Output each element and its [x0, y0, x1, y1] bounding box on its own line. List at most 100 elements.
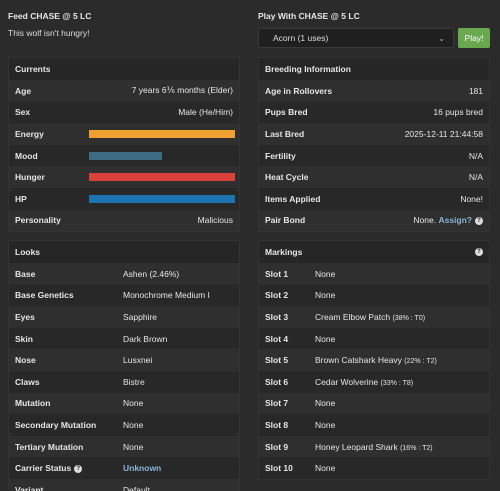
looks-row: Secondary Mutation None: [9, 414, 239, 436]
energy-label: Energy: [15, 128, 44, 139]
play-section: Play With CHASE @ 5 LC Acorn (1 uses) ⌄ …: [258, 0, 490, 48]
looks-panel: Looks Base Ashen (2.46%) Base Genetics Mono…: [8, 240, 240, 491]
play-button[interactable]: Play!: [458, 28, 490, 48]
toy-select-value: Acorn (1 uses): [273, 33, 329, 43]
help-icon[interactable]: ?: [475, 217, 483, 226]
looks-row: Mutation None: [9, 392, 239, 415]
looks-label: Skin: [15, 333, 33, 344]
looks-value: None: [123, 419, 144, 430]
looks-label: Secondary Mutation: [15, 419, 97, 430]
breeding-value: 181: [468, 85, 483, 96]
looks-title: Looks: [15, 247, 41, 257]
breeding-label: Fertility: [265, 150, 296, 161]
assign-link[interactable]: Assign?: [438, 215, 472, 225]
marking-slot-value: Brown Catshark Heavy (22% : T2): [315, 355, 437, 365]
marking-slot-label: Slot 10: [265, 463, 293, 474]
currents-panel: Currents Age 7 years 6⅙ months (Elder) S…: [8, 57, 240, 233]
marking-slot-value: None: [315, 334, 335, 344]
carrier-status-value[interactable]: Unknown: [123, 463, 161, 473]
marking-detail: (22% : T2): [404, 358, 437, 366]
marking-name: Brown Catshark Heavy: [315, 355, 402, 366]
looks-row: Eyes Sapphire: [9, 306, 239, 328]
help-icon[interactable]: ?: [74, 464, 83, 473]
sex-label: Sex: [15, 107, 31, 118]
age-label: Age: [15, 85, 32, 96]
marking-detail: (16% : T2): [400, 444, 433, 452]
breeding-value: 2025-12-11 21:44:58: [404, 128, 483, 139]
hunger-label: Hunger: [15, 172, 45, 183]
looks-row: Nose Lusxnei: [9, 349, 239, 371]
feed-section: Feed CHASE @ 5 LC This wolf isn't hungry…: [8, 0, 240, 38]
looks-value: None: [123, 441, 144, 452]
marking-slot-value: None: [315, 398, 335, 408]
chevron-down-icon: ⌄: [438, 33, 445, 43]
marking-name: None: [315, 333, 336, 344]
breeding-row: Items Applied None!: [259, 187, 489, 210]
looks-label: Base Genetics: [15, 290, 74, 301]
marking-name: None: [315, 463, 336, 474]
marking-slot-label: Slot 8: [265, 419, 289, 430]
marking-slot-row: Slot 1 None: [259, 263, 489, 285]
hp-row: HP: [9, 187, 239, 210]
marking-slot-value: Cream Elbow Patch (38% : T0): [315, 312, 425, 322]
breeding-value: 16 pups bred: [433, 107, 483, 118]
hunger-row: Hunger: [9, 166, 239, 188]
marking-slot-value: None: [315, 269, 335, 279]
marking-slot-label: Slot 4: [265, 333, 289, 344]
looks-value: Ashen (2.46%): [123, 268, 180, 279]
marking-slot-row: Slot 4 None: [259, 327, 489, 350]
looks-row: Base Genetics Monochrome Medium I: [9, 284, 239, 307]
marking-name: None: [315, 398, 336, 409]
looks-value: Monochrome Medium I: [123, 290, 210, 301]
pair-bond-row: Pair Bond None. Assign??: [259, 209, 489, 232]
looks-value: Bistre: [123, 376, 145, 387]
variant-value: Default: [123, 484, 150, 491]
pair-bond-value: None. Assign??: [413, 215, 483, 225]
breeding-row: Fertility N/A: [259, 144, 489, 167]
breeding-row: Heat Cycle N/A: [259, 166, 489, 188]
marking-slot-label: Slot 6: [265, 376, 289, 387]
marking-slot-label: Slot 9: [265, 441, 289, 452]
looks-label: Nose: [15, 355, 36, 366]
marking-slot-row: Slot 8 None: [259, 414, 489, 436]
looks-label: Eyes: [15, 311, 35, 322]
feed-title: Feed CHASE @ 5 LC: [8, 11, 92, 21]
marking-name: Cream Elbow Patch: [315, 311, 391, 322]
mood-bar-fill: [89, 151, 162, 160]
markings-title: Markings: [265, 247, 303, 257]
looks-row: Claws Bistre: [9, 370, 239, 393]
breeding-label: Items Applied: [265, 193, 321, 204]
breeding-label: Heat Cycle: [265, 172, 309, 183]
marking-detail: (38% : T0): [392, 314, 426, 322]
mood-bar: [89, 151, 235, 160]
breeding-row: Pups Bred 16 pups bred: [259, 101, 489, 124]
looks-label: Base: [15, 268, 36, 279]
help-icon[interactable]: ?: [475, 248, 483, 256]
marking-name: None: [315, 419, 336, 430]
looks-header: Looks: [9, 241, 239, 263]
marking-slot-value: Cedar Wolverine (33% : T8): [315, 377, 413, 387]
hunger-bar: [89, 173, 235, 182]
marking-slot-value: Honey Leopard Shark (16% : T2): [315, 442, 433, 452]
marking-slot-row: Slot 5 Brown Catshark Heavy (22% : T2): [259, 349, 489, 371]
marking-slot-value: None: [315, 290, 335, 300]
breeding-panel: Breeding Information Age in Rollovers 181…: [258, 57, 490, 233]
energy-bar: [89, 129, 235, 138]
looks-row: Base Ashen (2.46%): [9, 263, 239, 285]
personality-row: Personality Malicious: [9, 209, 239, 232]
looks-label: Mutation: [15, 398, 51, 409]
looks-row: Skin Dark Brown: [9, 327, 239, 350]
markings-header: Markings ?: [259, 241, 489, 263]
personality-label: Personality: [15, 215, 61, 226]
breeding-value: N/A: [468, 172, 483, 183]
marking-slot-label: Slot 3: [265, 311, 289, 322]
toy-select[interactable]: Acorn (1 uses) ⌄: [258, 28, 454, 48]
marking-slot-row: Slot 6 Cedar Wolverine (33% : T8): [259, 370, 489, 393]
marking-name: Cedar Wolverine: [315, 376, 379, 387]
looks-value: Lusxnei: [123, 355, 153, 366]
breeding-label: Last Bred: [265, 128, 305, 139]
pair-bond-text: None.: [413, 215, 437, 226]
breeding-label: Age in Rollovers: [265, 85, 333, 96]
breeding-header: Breeding Information: [259, 58, 489, 80]
breeding-row: Age in Rollovers 181: [259, 80, 489, 102]
